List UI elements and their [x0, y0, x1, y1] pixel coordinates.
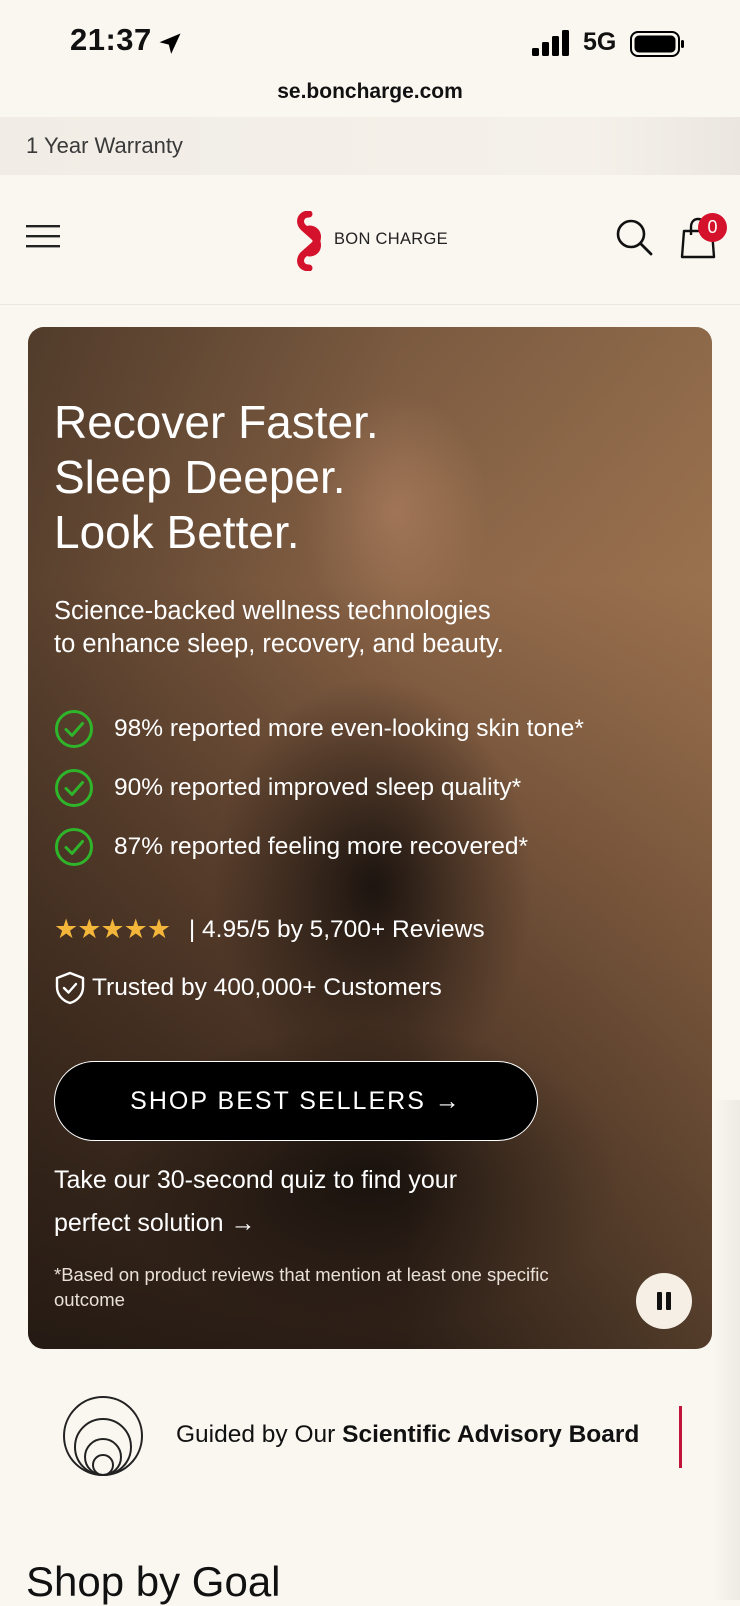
announcement-bar: 1 Year Warranty	[0, 117, 740, 175]
section-title: Shop by Goal	[26, 1558, 281, 1605]
hero-headline: Recover Faster. Sleep Deeper. Look Bette…	[54, 396, 379, 558]
star-rating-icon: ★★★★★	[54, 914, 171, 944]
status-bar: 21:37 5G se.boncharge.com	[0, 0, 740, 115]
rating-text: | 4.95/5 by 5,700+ Reviews	[188, 915, 485, 943]
benefit-item: 90% reported improved sleep quality*	[54, 768, 521, 808]
check-circle-icon	[55, 769, 93, 807]
hamburger-menu-icon[interactable]	[26, 223, 60, 249]
benefit-item: 98% reported more even-looking skin tone…	[54, 709, 584, 749]
brand-logo[interactable]: BON CHARGE	[294, 211, 464, 271]
concentric-circles-icon	[63, 1396, 143, 1476]
pause-icon	[657, 1292, 662, 1310]
search-icon[interactable]	[614, 217, 654, 257]
hero-footnote: *Based on product reviews that mention a…	[54, 1264, 549, 1310]
advisory-board-banner[interactable]: Guided by Our Scientific Advisory Board	[0, 1378, 740, 1498]
review-rating[interactable]: ★★★★★ | 4.95/5 by 5,700+ Reviews	[54, 914, 485, 945]
clock: 21:37	[70, 22, 152, 57]
shop-best-sellers-button[interactable]: SHOP BEST SELLERS →	[54, 1061, 538, 1141]
advisory-board-text: Guided by Our Scientific Advisory Board	[176, 1421, 640, 1448]
accent-divider	[679, 1406, 682, 1468]
brand-mark-icon	[297, 211, 321, 271]
address-bar-url[interactable]: se.boncharge.com	[0, 80, 740, 104]
network-type: 5G	[583, 28, 617, 56]
trusted-badge: Trusted by 400,000+ Customers	[54, 971, 442, 1005]
hero-banner: Recover Faster. Sleep Deeper. Look Bette…	[28, 327, 712, 1349]
brand-name: BON CHARGE	[334, 230, 448, 248]
check-circle-icon	[55, 828, 93, 866]
hero-subhead: Science-backed wellness technologies to …	[54, 597, 504, 658]
cart-count-badge: 0	[698, 213, 727, 242]
signal-icon	[532, 30, 569, 56]
location-arrow-icon	[159, 33, 181, 54]
battery-icon	[630, 31, 684, 57]
announcement-text: 1 Year Warranty	[26, 133, 183, 158]
benefit-item: 87% reported feeling more recovered*	[54, 827, 528, 867]
check-circle-icon	[55, 710, 93, 748]
site-header: BON CHARGE 0	[0, 175, 740, 305]
pause-video-button[interactable]	[636, 1273, 692, 1329]
shield-check-icon	[55, 971, 85, 1005]
quiz-link[interactable]: Take our 30-second quiz to find your per…	[54, 1159, 514, 1245]
